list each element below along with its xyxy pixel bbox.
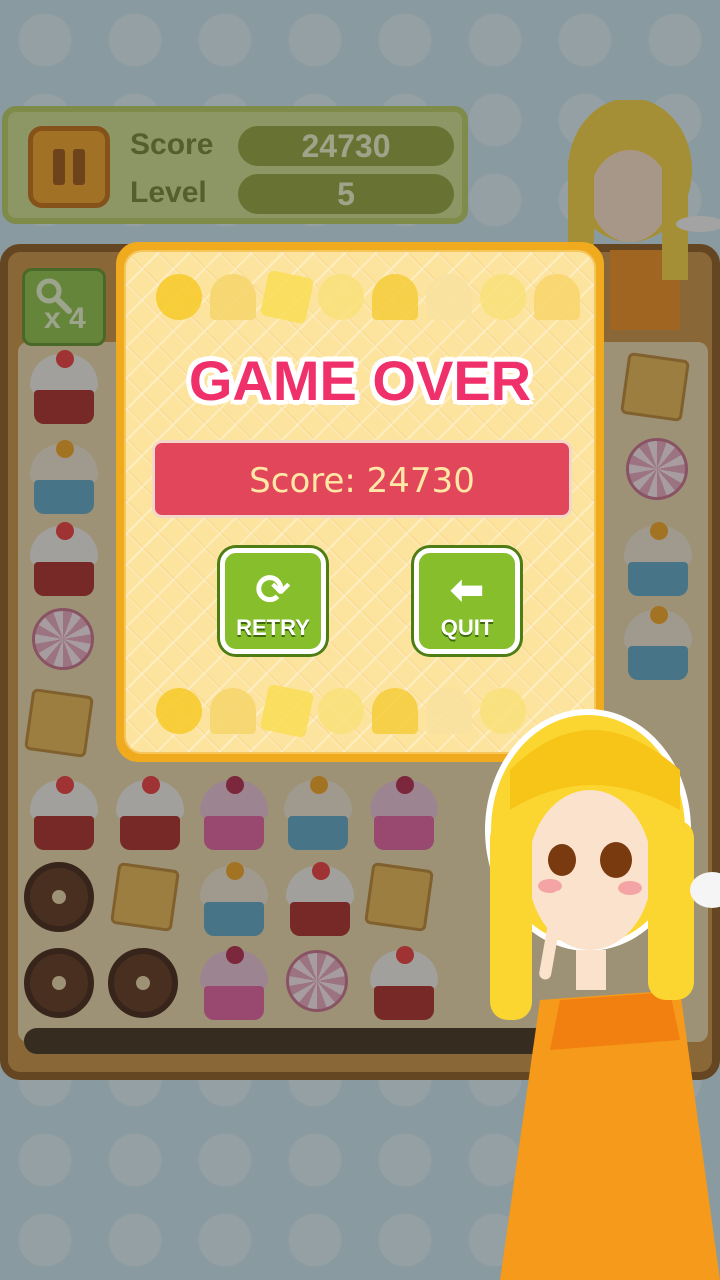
- retry-label: RETRY: [236, 615, 310, 640]
- retry-button[interactable]: ⟳ RETRY: [220, 548, 326, 654]
- lollipop-icon: [318, 274, 364, 320]
- lollipop-icon: [318, 688, 364, 734]
- cupcake-icon: [426, 688, 472, 734]
- quit-label: QUIT: [440, 615, 494, 640]
- cupcake-icon: [426, 274, 472, 320]
- game-over-dialog: GAME OVER Score: 24730 ⟳ RETRY ⬅ QUIT: [116, 242, 604, 762]
- dialog-panel: GAME OVER Score: 24730 ⟳ RETRY ⬅ QUIT: [124, 250, 596, 754]
- lollipop-icon: [480, 274, 526, 320]
- cracker-icon: [259, 269, 315, 325]
- game-over-title: GAME OVER: [188, 349, 532, 412]
- ice-cream-icon: [210, 688, 256, 734]
- donut-icon: [156, 274, 202, 320]
- final-score-text: Score: 24730: [249, 461, 475, 501]
- cracker-icon: [259, 683, 315, 739]
- donut-icon: [156, 688, 202, 734]
- arrow-left-icon: ⬅: [449, 565, 485, 614]
- cupcake-icon: [372, 688, 418, 734]
- ice-cream-icon: [210, 274, 256, 320]
- final-score-box: Score: 24730: [152, 440, 572, 518]
- refresh-icon: ⟳: [255, 565, 291, 614]
- cupcake-icon: [534, 274, 580, 320]
- character-illustration: [485, 709, 720, 1280]
- cupcake-icon: [372, 274, 418, 320]
- quit-button[interactable]: ⬅ QUIT: [414, 548, 520, 654]
